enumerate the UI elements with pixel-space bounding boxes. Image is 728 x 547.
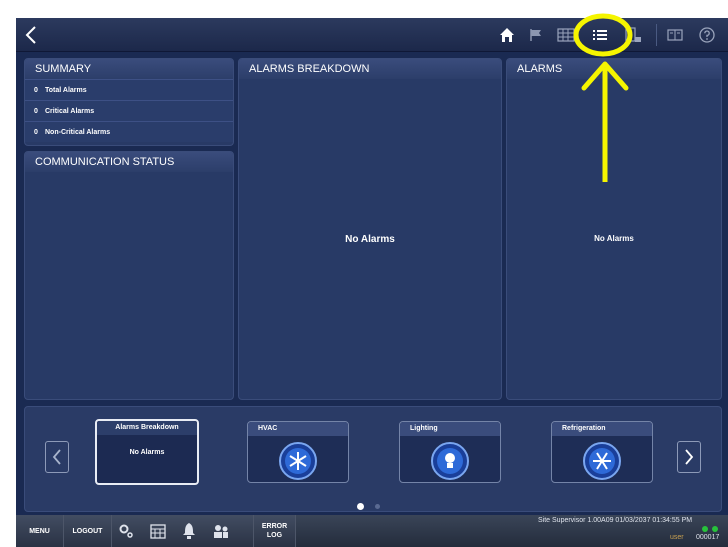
summary-title: SUMMARY xyxy=(25,59,233,79)
tile-title: Alarms Breakdown xyxy=(97,421,197,435)
calendar-icon[interactable] xyxy=(150,523,166,539)
alarms-message: No Alarms xyxy=(594,234,634,243)
tile-refrigeration[interactable]: Refrigeration xyxy=(551,421,653,483)
summary-row-total[interactable]: 0 Total Alarms xyxy=(25,79,233,100)
communication-title: COMMUNICATION STATUS xyxy=(25,152,233,172)
logout-button[interactable]: LOGOUT xyxy=(64,515,112,547)
tile-title: Refrigeration xyxy=(552,422,652,436)
list-icon xyxy=(593,30,607,40)
book-icon xyxy=(667,29,683,41)
alarms-title: ALARMS xyxy=(507,59,721,79)
communication-panel: COMMUNICATION STATUS xyxy=(24,151,234,400)
summary-row-critical[interactable]: 0 Critical Alarms xyxy=(25,100,233,121)
report-button[interactable] xyxy=(620,23,646,47)
grid-button[interactable] xyxy=(554,23,578,47)
grid-icon xyxy=(557,28,575,42)
alarms-breakdown-title: ALARMS BREAKDOWN xyxy=(239,59,501,79)
refrigeration-icon xyxy=(583,442,621,480)
tile-lighting[interactable]: Lighting xyxy=(399,421,501,483)
user-id: 000017 xyxy=(696,534,720,541)
bottom-toolbar: MENU LOGOUT ERROR LOG Site Supervisor 1.… xyxy=(16,515,728,547)
help-button[interactable] xyxy=(696,23,718,47)
carousel-page-dot[interactable] xyxy=(375,504,380,509)
chevron-left-icon xyxy=(52,449,61,465)
carousel-next-button[interactable] xyxy=(677,441,701,473)
summary-count: 0 xyxy=(34,128,38,136)
alarms-breakdown-message: No Alarms xyxy=(345,234,395,245)
tile-title: HVAC xyxy=(248,422,348,436)
carousel-page-dot-active[interactable] xyxy=(357,503,364,510)
chevron-left-icon xyxy=(25,26,36,44)
error-log-button[interactable]: ERROR LOG xyxy=(254,515,296,547)
top-toolbar xyxy=(16,18,728,52)
summary-label: Total Alarms xyxy=(45,86,87,94)
lighting-icon xyxy=(431,442,469,480)
user-name: user xyxy=(670,534,684,541)
summary-row-noncritical[interactable]: 0 Non-Critical Alarms xyxy=(25,121,233,142)
tile-hvac[interactable]: HVAC xyxy=(247,421,349,483)
menu-button[interactable]: MENU xyxy=(16,515,64,547)
quick-icons-group xyxy=(112,515,254,547)
tile-alarms-breakdown[interactable]: Alarms Breakdown No Alarms xyxy=(95,419,199,485)
back-button[interactable] xyxy=(20,23,42,47)
settings-gears-icon[interactable] xyxy=(118,523,134,539)
carousel-prev-button[interactable] xyxy=(45,441,69,473)
summary-panel: SUMMARY 0 Total Alarms 0 Critical Alarms… xyxy=(24,58,234,146)
alarms-panel: ALARMS No Alarms xyxy=(506,58,722,400)
summary-label: Non-Critical Alarms xyxy=(45,128,111,136)
status-indicator-green xyxy=(712,526,718,532)
error-log-label-line2: LOG xyxy=(266,532,283,539)
summary-count: 0 xyxy=(34,86,38,94)
toolbar-separator xyxy=(656,24,657,46)
error-log-label-line1: ERROR xyxy=(261,523,288,530)
report-icon xyxy=(625,27,641,42)
hvac-icon xyxy=(279,442,317,480)
dashboard-carousel: Alarms Breakdown No Alarms HVAC Lighting xyxy=(24,406,722,512)
help-icon xyxy=(699,27,715,43)
tile-title: Lighting xyxy=(400,422,500,436)
summary-count: 0 xyxy=(34,107,38,115)
app-window: SUMMARY 0 Total Alarms 0 Critical Alarms… xyxy=(16,18,728,547)
flag-icon xyxy=(530,29,541,41)
users-icon[interactable] xyxy=(212,523,230,539)
status-indicator-green xyxy=(702,526,708,532)
home-icon xyxy=(500,28,514,42)
chevron-right-icon xyxy=(685,449,694,465)
version-timestamp: Site Supervisor 1.00A09 01/03/2037 01:34… xyxy=(538,517,693,524)
alarm-bell-icon[interactable] xyxy=(182,522,196,540)
book-button[interactable] xyxy=(664,23,686,47)
tile-message: No Alarms xyxy=(129,449,165,456)
list-button[interactable] xyxy=(589,23,611,47)
summary-label: Critical Alarms xyxy=(45,107,95,115)
alarms-breakdown-panel: ALARMS BREAKDOWN No Alarms xyxy=(238,58,502,400)
flag-button[interactable] xyxy=(526,23,546,47)
home-button[interactable] xyxy=(496,23,518,47)
